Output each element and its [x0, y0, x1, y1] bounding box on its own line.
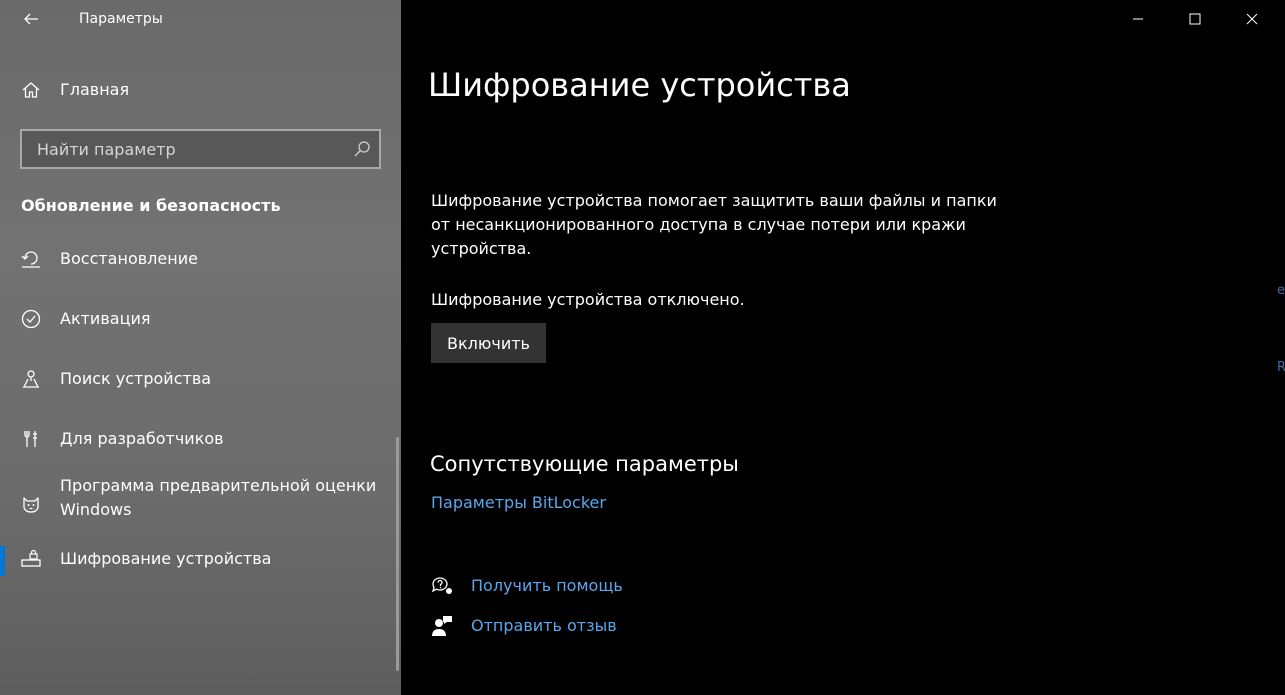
minimize-icon [1133, 18, 1143, 20]
feedback-person-icon [432, 616, 452, 636]
settings-window: Параметры Главная Обновление и безопасно… [0, 0, 1285, 695]
sidebar-item-find-device[interactable]: Поиск устройства [0, 355, 401, 403]
selection-indicator [0, 546, 5, 576]
sidebar-item-label: Для разработчиков [60, 429, 224, 448]
edge-fragment: e [1277, 283, 1285, 298]
sidebar-item-insider[interactable]: Программа предварительной оценки Windows [0, 474, 401, 534]
close-icon [1246, 13, 1258, 25]
search-icon[interactable] [353, 140, 371, 158]
back-arrow-icon [24, 13, 38, 25]
activation-check-icon [20, 308, 42, 330]
sidebar-item-activation[interactable]: Активация [0, 295, 401, 343]
sidebar-item-recovery[interactable]: Восстановление [0, 235, 401, 283]
nav-home[interactable]: Главная [0, 70, 401, 110]
app-title: Параметры [79, 11, 163, 27]
send-feedback-link[interactable]: Отправить отзыв [471, 616, 617, 635]
page-title: Шифрование устройства [428, 66, 851, 104]
section-title: Обновление и безопасность [21, 196, 281, 215]
find-device-icon [20, 368, 42, 390]
home-icon [20, 79, 42, 101]
close-button[interactable] [1229, 0, 1275, 38]
sidebar-item-label: Активация [60, 309, 151, 328]
sidebar-item-developers[interactable]: Для разработчиков [0, 415, 401, 463]
minimize-button[interactable] [1115, 0, 1161, 38]
developer-tools-icon [20, 428, 42, 450]
back-button[interactable] [16, 6, 46, 32]
sidebar-item-label: Поиск устройства [60, 369, 212, 388]
edge-fragment: R [1277, 360, 1285, 375]
search-input[interactable] [22, 131, 342, 167]
insider-cat-icon [20, 493, 42, 515]
encryption-status-text: Шифрование устройства отключено. [431, 290, 745, 309]
main-content: Шифрование устройства Шифрование устройс… [401, 0, 1285, 695]
sidebar-item-label: Шифрование устройства [60, 549, 272, 568]
get-help-link[interactable]: Получить помощь [471, 576, 623, 595]
maximize-icon [1189, 13, 1201, 25]
search-box[interactable] [20, 129, 381, 169]
sidebar-scrollbar[interactable] [396, 437, 399, 671]
description-text: Шифрование устройства помогает защитить … [431, 191, 997, 258]
help-chat-icon [431, 577, 452, 594]
sidebar: Параметры Главная Обновление и безопасно… [0, 0, 401, 695]
device-encryption-icon [20, 548, 42, 570]
sidebar-item-device-encryption[interactable]: Шифрование устройства [0, 535, 401, 583]
nav-home-label: Главная [60, 80, 130, 99]
sidebar-item-label: Восстановление [60, 249, 198, 268]
sidebar-item-label: Программа предварительной оценки Windows [60, 476, 377, 519]
bitlocker-settings-link[interactable]: Параметры BitLocker [431, 493, 606, 512]
enable-encryption-button[interactable]: Включить [431, 323, 546, 363]
maximize-button[interactable] [1172, 0, 1218, 38]
related-settings-title: Сопутствующие параметры [430, 452, 739, 476]
recovery-icon [20, 248, 42, 270]
